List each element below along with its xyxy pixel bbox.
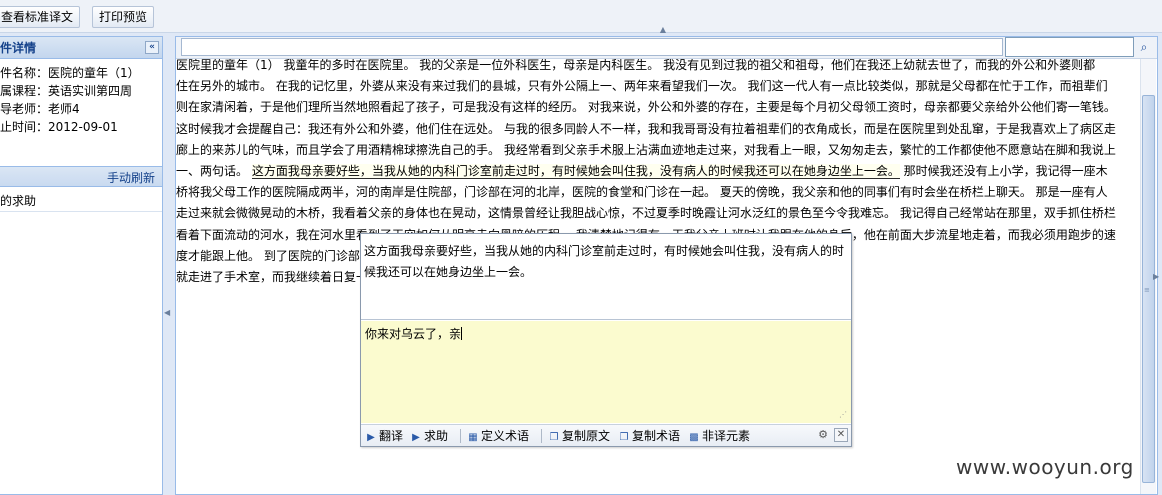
view-standard-translation-button[interactable]: 查看标准译文 — [0, 6, 81, 28]
copy-icon: ❐ — [549, 432, 559, 443]
text-caret — [461, 327, 463, 340]
copy-term-button[interactable]: ❐ 复制术语 — [618, 428, 681, 444]
scrollbar-grip-icon: ≡ — [1144, 286, 1150, 294]
close-icon[interactable]: ✕ — [834, 428, 848, 442]
translate-button[interactable]: ▶ 翻译 — [365, 428, 403, 444]
settings-icon[interactable]: ⚙ — [817, 428, 829, 442]
popup-toolbar: ▶ 翻译 ▶ 求助 ▦ 定义术语 ❐ 复制原文 ❐ 复制术语 ▩ 非译元素 ⚙ ✕ — [361, 424, 851, 446]
deadline-row: 止时间：2012-09-01 — [0, 118, 162, 136]
help-request-item[interactable]: 的求助 — [0, 190, 162, 212]
selected-sentence[interactable]: 这方面我母亲要好些，当我从她的内科门诊室前走过时，有时候她会叫住我，没有病人的时… — [251, 164, 900, 180]
task-name-row: 件名称：医院的童年（1） — [0, 64, 162, 82]
sidebar-header: 件详情 « — [0, 37, 162, 59]
play-arrow-icon: ▶ — [367, 432, 375, 443]
popup-source-text: 这方面我母亲要好些，当我从她的内科门诊室前走过时，有时候她会叫住我，没有病人的时… — [361, 234, 851, 320]
sidebar-panel: 件详情 « 件名称：医院的童年（1） 属课程：英语实训第四周 导老师：老师4 止… — [0, 36, 163, 495]
segment-bar — [181, 38, 1003, 56]
document-toolbar: ⌕ — [176, 37, 1157, 59]
watermark: www.wooyun.org — [956, 455, 1134, 479]
doc-line: 这时候我才会提醒自己：我还有外公和外婆，他们住在远处。 与我的很多同龄人不一样，… — [176, 121, 1116, 136]
help-button[interactable]: ▶ 求助 — [410, 428, 448, 444]
translation-input[interactable]: 你来对乌云了，亲 — [361, 321, 851, 423]
collapse-up-icon[interactable]: ▲ — [655, 26, 671, 34]
doc-line: 廊上的来苏儿的气味，而且学会了用酒精棉球擦洗自己的手。 我经常看到父亲手术服上沾… — [176, 142, 1116, 157]
teacher-label: 导老师： — [0, 102, 49, 116]
grid-icon: ▩ — [689, 432, 699, 443]
warning-arrow-icon: ▶ — [412, 432, 420, 443]
define-term-button[interactable]: ▦ 定义术语 — [467, 428, 529, 444]
copy-source-button[interactable]: ❐ 复制原文 — [548, 428, 611, 444]
sidebar-title: 件详情 — [0, 41, 37, 55]
left-splitter[interactable]: ◀ — [163, 36, 174, 495]
top-toolbar: 查看标准译文 打印预览 ▲ — [0, 0, 1162, 34]
course-row: 属课程：英语实训第四周 — [0, 82, 162, 100]
task-name-label: 件名称： — [0, 66, 49, 80]
search-input[interactable] — [1005, 37, 1134, 57]
define-term-label: 定义术语 — [481, 429, 530, 443]
doc-line-start: 一、两句话。 — [176, 164, 252, 179]
help-label: 求助 — [424, 429, 449, 443]
doc-line: 住在另外的城市。 在我的记忆里，外婆从来没有来过我们的县城，只有外公隔上一、两年… — [176, 79, 1108, 94]
table-icon: ▦ — [468, 432, 478, 443]
refresh-bar: 手动刷新 — [0, 166, 162, 187]
doc-line: 桥将我父母工作的医院隔成两半，河的南岸是住院部，门诊部在河的北岸，医院的食堂和门… — [176, 185, 1108, 200]
doc-line-end: 那时候我还没有上小学，我记得一座木 — [899, 164, 1108, 179]
manual-refresh-link[interactable]: 手动刷新 — [107, 169, 155, 186]
course-value: 英语实训第四周 — [48, 84, 133, 98]
task-info: 件名称：医院的童年（1） 属课程：英语实训第四周 导老师：老师4 止时间：201… — [0, 59, 162, 136]
resize-grip-icon[interactable]: ⋰ — [839, 410, 849, 420]
doc-line-highlighted: 一、两句话。 这方面我母亲要好些，当我从她的内科门诊室前走过时，有时候她会叫住我… — [176, 161, 1141, 182]
copy-term-icon: ❐ — [619, 432, 629, 443]
course-label: 属课程： — [0, 84, 49, 98]
translation-popup: 这方面我母亲要好些，当我从她的内科门诊室前走过时，有时候她会叫住我，没有病人的时… — [360, 233, 852, 447]
copy-term-label: 复制术语 — [632, 429, 681, 443]
non-translatable-button[interactable]: ▩ 非译元素 — [688, 428, 750, 444]
binoculars-search-icon[interactable]: ⌕ — [1135, 39, 1153, 55]
translate-label: 翻译 — [379, 429, 404, 443]
print-preview-button[interactable]: 打印预览 — [92, 6, 155, 28]
copy-source-label: 复制原文 — [562, 429, 611, 443]
teacher-value: 老师4 — [48, 102, 80, 116]
task-name-value: 医院的童年（1） — [48, 66, 140, 80]
collapse-left-arrow-icon[interactable]: ◀ — [164, 308, 170, 317]
toolbar-separator — [541, 429, 542, 443]
doc-line: 走过来就会微微晃动的木桥，我看着父亲的身体也在晃动，这情景曾经让我胆战心惊，不过… — [176, 206, 1116, 221]
deadline-label: 止时间： — [0, 120, 49, 134]
collapse-left-icon[interactable]: « — [145, 41, 159, 54]
deadline-value: 2012-09-01 — [48, 120, 118, 134]
non-translatable-label: 非译元素 — [702, 429, 751, 443]
translation-text: 你来对乌云了，亲 — [365, 327, 462, 341]
collapse-right-arrow-icon[interactable]: ▶ — [1153, 272, 1159, 281]
toolbar-separator — [460, 429, 461, 443]
teacher-row: 导老师：老师4 — [0, 100, 162, 118]
doc-line: 则在家清闲着，于是他们理所当然地照看起了孩子，可是我没有这样的经历。 对我来说，… — [176, 100, 1116, 115]
